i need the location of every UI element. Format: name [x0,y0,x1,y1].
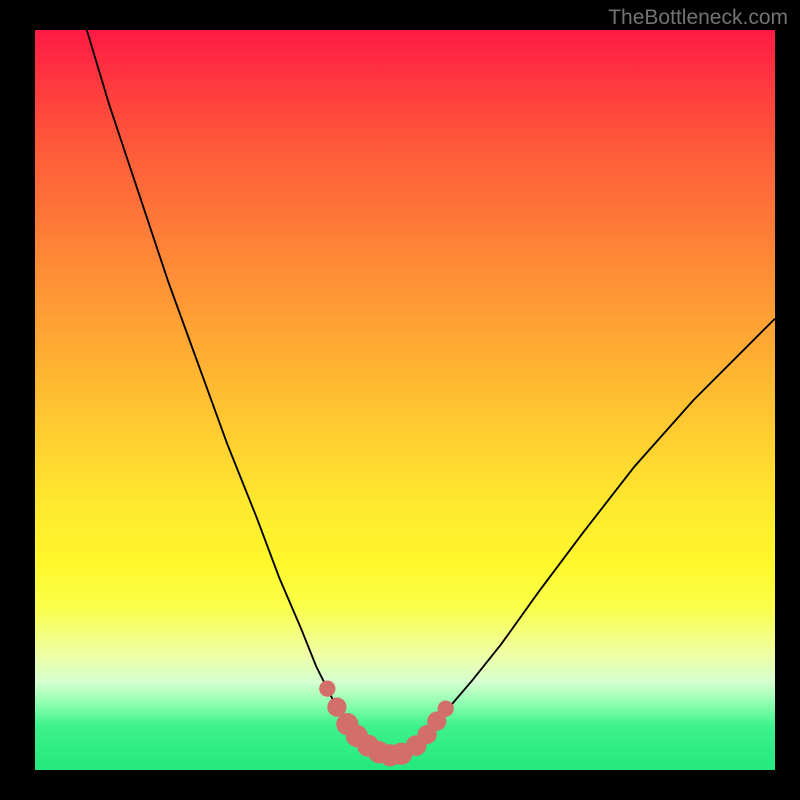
right-curve [405,319,775,752]
chart-plot-area [35,30,775,770]
marker-dot [438,700,454,716]
left-curve [87,30,376,752]
watermark-text: TheBottleneck.com [608,6,788,30]
chart-svg [35,30,775,770]
marker-dot [319,680,335,696]
highlight-markers [319,680,454,766]
